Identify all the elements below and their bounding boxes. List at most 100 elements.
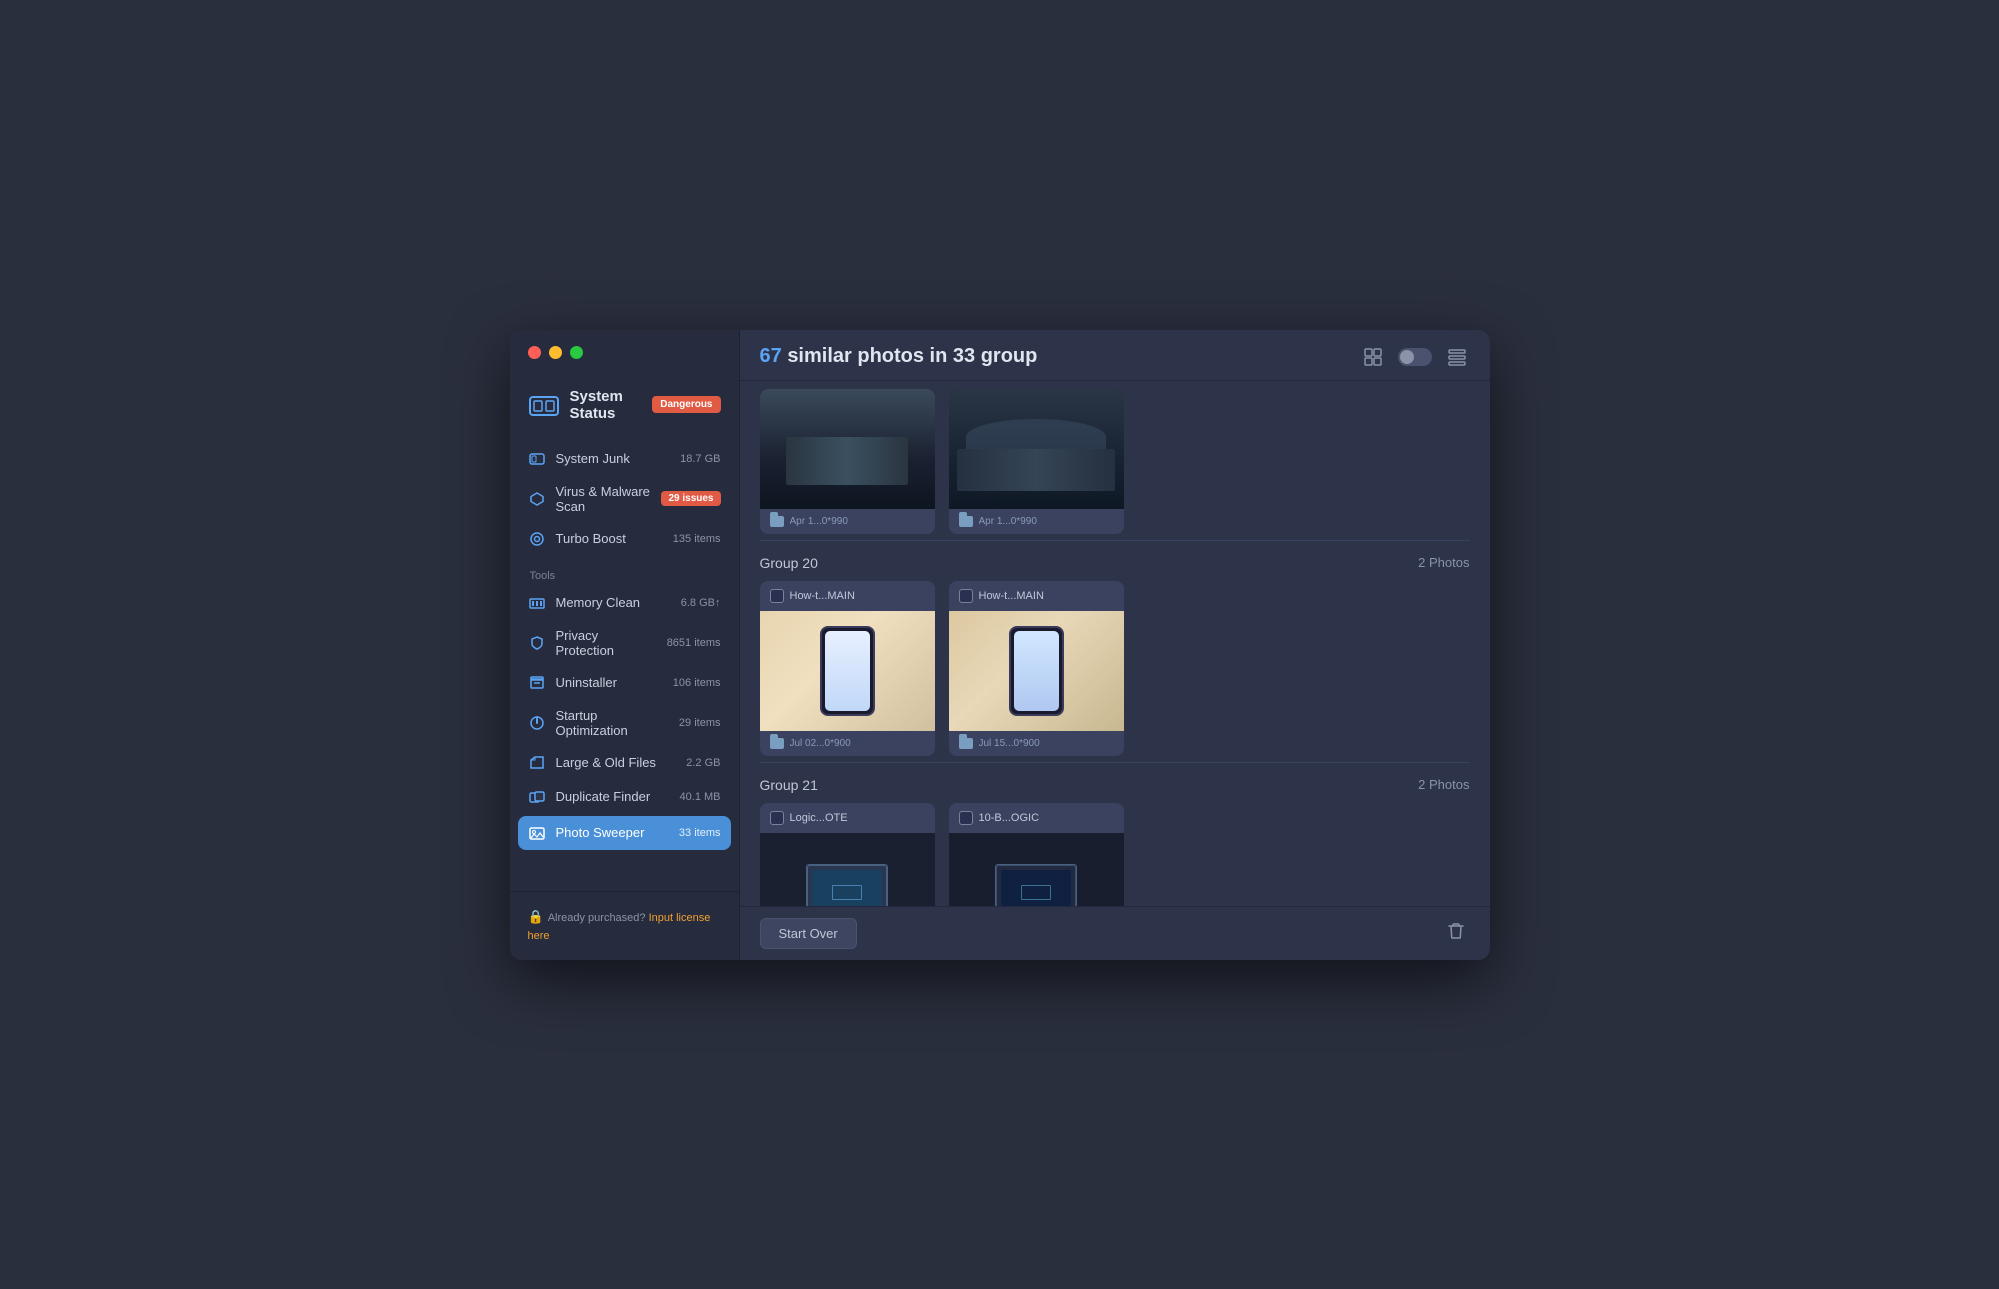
group-20-photos: How-t...MAIN Jul 02...0*900: [760, 581, 1470, 756]
photo-thumbnail: [760, 833, 935, 906]
group-title-21: Group 21: [760, 777, 818, 793]
memory-clean-icon: [528, 594, 546, 612]
photo-card-header: How-t...MAIN: [760, 581, 935, 611]
group-title-20: Group 20: [760, 555, 818, 571]
sidebar-item-value-startup: 29 items: [679, 717, 721, 729]
photo-checkbox[interactable]: [770, 589, 784, 603]
minimize-button[interactable]: [549, 346, 562, 359]
startup-icon: [528, 714, 546, 732]
laptop-photo-visual-2: [949, 833, 1124, 906]
phone-photo-visual-2: [949, 611, 1124, 731]
sidebar-item-label-virus: Virus & Malware Scan: [556, 484, 652, 514]
sidebar-item-uninstaller[interactable]: Uninstaller 106 items: [510, 666, 739, 700]
app-window: System Status Dangerous System Junk 18.7…: [510, 330, 1490, 960]
sidebar-item-value-duplicate: 40.1 MB: [680, 791, 721, 803]
phone-photo-visual: [760, 611, 935, 731]
sidebar-main-section: System Junk 18.7 GB Virus & Malware Scan…: [510, 442, 739, 560]
sidebar-item-label-large-files: Large & Old Files: [556, 755, 677, 770]
sidebar-footer-text: Already purchased?: [548, 912, 649, 924]
grid-view-icon[interactable]: [1360, 344, 1386, 370]
phone-screen: [1014, 631, 1059, 711]
sidebar-tools-section: Tools Memory Clean 6.8 GB↑: [510, 560, 739, 856]
toggle-switch[interactable]: [1398, 348, 1432, 366]
photo-card-footer: Jul 02...0*900: [760, 731, 935, 756]
sidebar-item-value-photo-sweeper: 33 items: [679, 827, 721, 839]
photo-card[interactable]: Apr 1...0*990: [949, 389, 1124, 534]
sidebar-item-photo-sweeper[interactable]: Photo Sweeper 33 items: [518, 816, 731, 850]
photo-card-header: 10-B...OGIC: [949, 803, 1124, 833]
photo-thumbnail: [760, 611, 935, 731]
virus-issue-badge: 29 issues: [661, 491, 720, 506]
folder-icon: [959, 516, 973, 527]
duplicate-finder-icon: [528, 788, 546, 806]
main-footer: Start Over: [740, 906, 1490, 960]
group-21-photos: Logic...OTE: [760, 803, 1470, 906]
photo-thumbnail: [949, 611, 1124, 731]
photo-card-21-2[interactable]: 10-B...OGIC: [949, 803, 1124, 906]
photo-path: Apr 1...0*990: [790, 516, 848, 527]
tools-section-label: Tools: [510, 560, 739, 586]
photo-groups-container: Apr 1...0*990 Apr 1...0*990 Group 20 2 P…: [740, 381, 1490, 906]
sidebar-item-large-files[interactable]: Large & Old Files 2.2 GB: [510, 746, 739, 780]
car-photo-visual-2: [949, 389, 1124, 509]
header-actions: [1360, 344, 1470, 370]
photo-filename: How-t...MAIN: [790, 590, 855, 602]
group-count-21: 2 Photos: [1418, 777, 1469, 792]
sidebar-item-duplicate-finder[interactable]: Duplicate Finder 40.1 MB: [510, 780, 739, 814]
photo-checkbox[interactable]: [770, 811, 784, 825]
folder-icon: [770, 516, 784, 527]
uninstaller-icon: [528, 674, 546, 692]
folder-icon: [770, 738, 784, 749]
group-count-20: 2 Photos: [1418, 555, 1469, 570]
photo-card-header: How-t...MAIN: [949, 581, 1124, 611]
photo-card-21-1[interactable]: Logic...OTE: [760, 803, 935, 906]
photo-thumbnail: [760, 389, 935, 509]
system-junk-icon: [528, 450, 546, 468]
sidebar: System Status Dangerous System Junk 18.7…: [510, 330, 740, 960]
sidebar-item-label-duplicate: Duplicate Finder: [556, 789, 670, 804]
photo-card-20-1[interactable]: How-t...MAIN Jul 02...0*900: [760, 581, 935, 756]
photo-card-footer: Apr 1...0*990: [949, 509, 1124, 534]
laptop-photo-visual: [760, 833, 935, 906]
photo-card-20-2[interactable]: How-t...MAIN Jul 15...0*900: [949, 581, 1124, 756]
virus-malware-icon: [528, 490, 546, 508]
sidebar-item-label-startup: Startup Optimization: [556, 708, 669, 738]
photo-card[interactable]: Apr 1...0*990: [760, 389, 935, 534]
sidebar-item-turbo-boost[interactable]: Turbo Boost 135 items: [510, 522, 739, 556]
sidebar-item-system-junk[interactable]: System Junk 18.7 GB: [510, 442, 739, 476]
sidebar-header: System Status Dangerous: [510, 378, 739, 442]
sidebar-item-memory-clean[interactable]: Memory Clean 6.8 GB↑: [510, 586, 739, 620]
main-header: 67 similar photos in 33 group: [740, 330, 1490, 381]
trash-icon[interactable]: [1442, 917, 1470, 950]
danger-badge: Dangerous: [652, 396, 720, 413]
start-over-button[interactable]: Start Over: [760, 918, 857, 949]
list-view-icon[interactable]: [1444, 344, 1470, 370]
main-title: 67 similar photos in 33 group: [760, 345, 1038, 368]
maximize-button[interactable]: [570, 346, 583, 359]
phone-shape: [820, 626, 875, 716]
photo-thumbnail: [949, 389, 1124, 509]
sidebar-item-value-memory: 6.8 GB↑: [681, 597, 721, 609]
sidebar-item-value-uninstaller: 106 items: [673, 677, 721, 689]
sidebar-item-startup[interactable]: Startup Optimization 29 items: [510, 700, 739, 746]
phone-screen: [825, 631, 870, 711]
sidebar-item-value-privacy: 8651 items: [667, 637, 721, 649]
photo-card-header: Logic...OTE: [760, 803, 935, 833]
main-content-area: 67 similar photos in 33 group: [740, 330, 1490, 960]
photo-checkbox[interactable]: [959, 589, 973, 603]
close-button[interactable]: [528, 346, 541, 359]
photo-path: Apr 1...0*990: [979, 516, 1037, 527]
photo-checkbox[interactable]: [959, 811, 973, 825]
photo-path: Jul 02...0*900: [790, 738, 851, 749]
sidebar-item-privacy[interactable]: Privacy Protection 8651 items: [510, 620, 739, 666]
photo-filename: How-t...MAIN: [979, 590, 1044, 602]
system-status-icon: [528, 389, 560, 421]
sidebar-item-value-system-junk: 18.7 GB: [680, 453, 720, 465]
sidebar-item-value-large-files: 2.2 GB: [686, 757, 720, 769]
sidebar-item-virus-malware[interactable]: Virus & Malware Scan 29 issues: [510, 476, 739, 522]
sidebar-item-label-photo-sweeper: Photo Sweeper: [556, 825, 669, 840]
lock-icon: 🔒: [528, 909, 544, 924]
car-photo-visual: [760, 389, 935, 509]
sidebar-footer: 🔒Already purchased? Input license here: [510, 891, 739, 960]
turbo-boost-icon: [528, 530, 546, 548]
